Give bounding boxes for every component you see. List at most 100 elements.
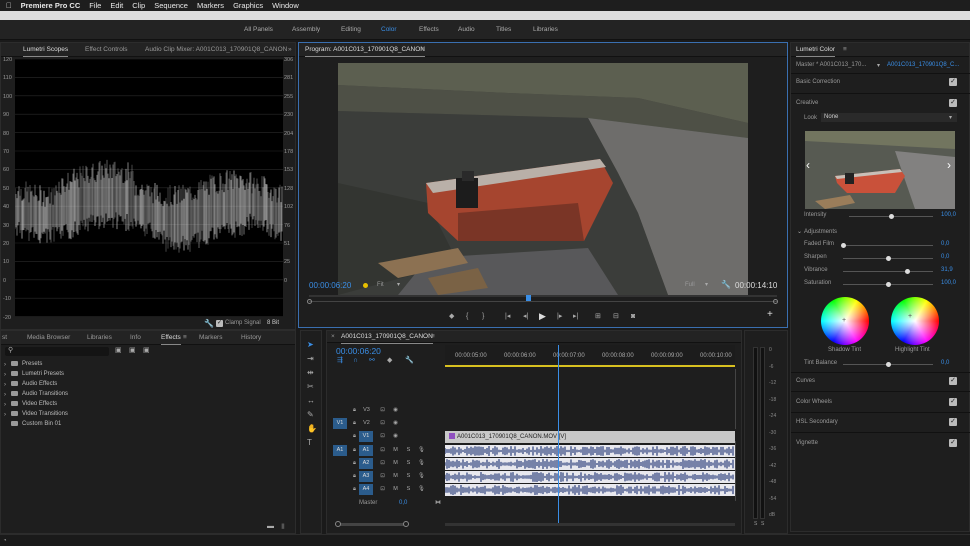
- tab-editing[interactable]: Editing: [341, 26, 361, 33]
- tab-libraries[interactable]: Libraries: [533, 26, 558, 33]
- hand-tool-icon[interactable]: ✋: [307, 425, 317, 433]
- sync-lock-icon[interactable]: ⊡: [377, 445, 388, 456]
- color-wheels-checkbox[interactable]: ✓: [949, 398, 957, 406]
- timeline-settings-icon[interactable]: 🔧: [405, 357, 414, 365]
- eye-icon[interactable]: ◉: [390, 405, 401, 416]
- active-clip-select[interactable]: A001C013_170901Q8_C...: [887, 62, 959, 68]
- tint-balance-value[interactable]: 0,0: [941, 360, 949, 366]
- tab-assembly[interactable]: Assembly: [292, 26, 320, 33]
- voiceover-mic-icon[interactable]: 🎙︎: [416, 458, 427, 469]
- clamp-signal-checkbox[interactable]: ✓: [216, 320, 223, 327]
- tab-titles[interactable]: Titles: [496, 26, 511, 33]
- zoom-left-handle[interactable]: [335, 521, 341, 527]
- sync-lock-icon[interactable]: ⊡: [377, 431, 388, 442]
- 32bit-effects-icon[interactable]: ▣: [129, 347, 136, 355]
- mute-button[interactable]: M: [390, 484, 401, 495]
- tab-effects[interactable]: Effects: [419, 26, 439, 33]
- master-track-value[interactable]: 0,0: [399, 500, 407, 506]
- eye-icon[interactable]: ◉: [390, 431, 401, 442]
- zoom-right-handle[interactable]: [403, 521, 409, 527]
- shadow-tint-crosshair-icon[interactable]: +: [842, 317, 846, 325]
- track-name-a2[interactable]: A2: [359, 458, 373, 469]
- look-prev-icon[interactable]: ‹: [806, 159, 810, 171]
- menu-clip[interactable]: Clip: [132, 1, 145, 10]
- play-icon[interactable]: ▶: [539, 312, 546, 321]
- expand-arrow-icon[interactable]: ›: [4, 411, 6, 419]
- effects-item-video-effects[interactable]: Video Effects: [11, 401, 57, 407]
- program-ruler[interactable]: [309, 295, 777, 297]
- audio-tracks-scrollbar[interactable]: [735, 441, 741, 501]
- track-select-tool-icon[interactable]: ⇥: [307, 355, 314, 363]
- track-name-a3[interactable]: A3: [359, 471, 373, 482]
- razor-tool-icon[interactable]: ✂: [307, 383, 314, 391]
- menu-markers[interactable]: Markers: [197, 1, 224, 10]
- master-chevron-icon[interactable]: ▾: [877, 62, 880, 70]
- meter-solo-left[interactable]: S: [754, 521, 757, 527]
- app-menu[interactable]: Premiere Pro CC: [21, 1, 81, 10]
- go-to-in-icon[interactable]: |◂: [505, 313, 510, 321]
- effects-item-audio-transitions[interactable]: Audio Transitions: [11, 391, 68, 397]
- color-wheels-header[interactable]: Color Wheels: [796, 399, 832, 405]
- adjustments-header[interactable]: Adjustments: [804, 229, 837, 235]
- zoom-left-handle[interactable]: [307, 299, 312, 304]
- tab-markers[interactable]: Markers: [199, 334, 222, 341]
- creative-checkbox[interactable]: ✓: [949, 99, 957, 107]
- source-patch-a1[interactable]: A1: [333, 445, 347, 456]
- zoom-chevron-icon[interactable]: ▾: [397, 281, 400, 289]
- effects-item-presets[interactable]: Presets: [11, 361, 42, 367]
- effects-item-custom-bin[interactable]: Custom Bin 01: [11, 421, 61, 427]
- mark-out-icon[interactable]: }: [482, 313, 484, 321]
- mute-button[interactable]: M: [390, 445, 401, 456]
- export-frame-icon[interactable]: ◙: [631, 313, 635, 321]
- master-clip-select[interactable]: Master * A001C013_170...: [796, 62, 866, 68]
- solo-button[interactable]: S: [403, 458, 414, 469]
- tab-effect-controls[interactable]: Effect Controls: [85, 46, 128, 53]
- track-name-v2[interactable]: V2: [361, 418, 372, 429]
- adjustments-chevron-icon[interactable]: ⌄: [797, 228, 802, 236]
- tab-all-panels[interactable]: All Panels: [244, 26, 273, 33]
- playback-quality-select[interactable]: Full: [685, 282, 695, 288]
- yuv-effects-icon[interactable]: ▣: [143, 347, 150, 355]
- solo-button[interactable]: S: [403, 471, 414, 482]
- track-name-a4[interactable]: A4: [359, 484, 373, 495]
- intensity-knob[interactable]: [889, 214, 894, 219]
- marker-dot[interactable]: [363, 283, 368, 288]
- nest-icon[interactable]: ⇶: [337, 357, 343, 365]
- track-name-a1[interactable]: A1: [359, 445, 373, 456]
- faded-film-knob[interactable]: [841, 243, 846, 248]
- sharpen-value[interactable]: 0,0: [941, 254, 949, 260]
- sync-lock-icon[interactable]: ⊡: [377, 471, 388, 482]
- work-area-bar[interactable]: [445, 365, 735, 367]
- mark-in-icon[interactable]: {: [466, 313, 468, 321]
- zoom-right-handle[interactable]: [773, 299, 778, 304]
- mute-button[interactable]: M: [390, 471, 401, 482]
- video-clip[interactable]: A001C013_170901Q8_CANON.MOV [V]: [445, 431, 735, 443]
- tab-audio-clip-mixer[interactable]: Audio Clip Mixer: A001C013_170901Q8_CANO…: [145, 46, 287, 53]
- menu-sequence[interactable]: Sequence: [154, 1, 188, 10]
- solo-button[interactable]: S: [403, 484, 414, 495]
- tint-balance-knob[interactable]: [886, 362, 891, 367]
- new-bin-icon[interactable]: ▬: [267, 523, 274, 531]
- look-next-icon[interactable]: ›: [947, 159, 951, 171]
- go-to-out-icon[interactable]: ▸|: [573, 313, 578, 321]
- timeline-close-icon[interactable]: ×: [331, 333, 335, 340]
- tab-media-browser[interactable]: Media Browser: [27, 334, 70, 341]
- saturation-slider[interactable]: [843, 282, 933, 287]
- creative-header[interactable]: Creative: [796, 100, 818, 106]
- slip-tool-icon[interactable]: ↔: [307, 397, 315, 405]
- panel-overflow-icon[interactable]: »: [288, 46, 292, 53]
- pen-tool-icon[interactable]: ✎: [307, 411, 314, 419]
- sync-lock-icon[interactable]: ⊡: [377, 484, 388, 495]
- track-name-v3[interactable]: V3: [361, 405, 372, 416]
- snap-icon[interactable]: ∩: [353, 357, 358, 365]
- ripple-edit-tool-icon[interactable]: ⇹: [307, 369, 314, 377]
- menu-window[interactable]: Window: [272, 1, 299, 10]
- sync-lock-icon[interactable]: ⊡: [377, 405, 388, 416]
- expand-arrow-icon[interactable]: ›: [4, 381, 6, 389]
- program-playhead[interactable]: [526, 295, 531, 301]
- voiceover-mic-icon[interactable]: 🎙︎: [416, 484, 427, 495]
- timeline-sequence-tab[interactable]: A001C013_170901Q8_CANON: [341, 333, 433, 344]
- curves-checkbox[interactable]: ✓: [949, 377, 957, 385]
- lock-icon[interactable]: 🔒︎: [349, 405, 360, 416]
- add-marker-timeline-icon[interactable]: ◆: [387, 357, 392, 365]
